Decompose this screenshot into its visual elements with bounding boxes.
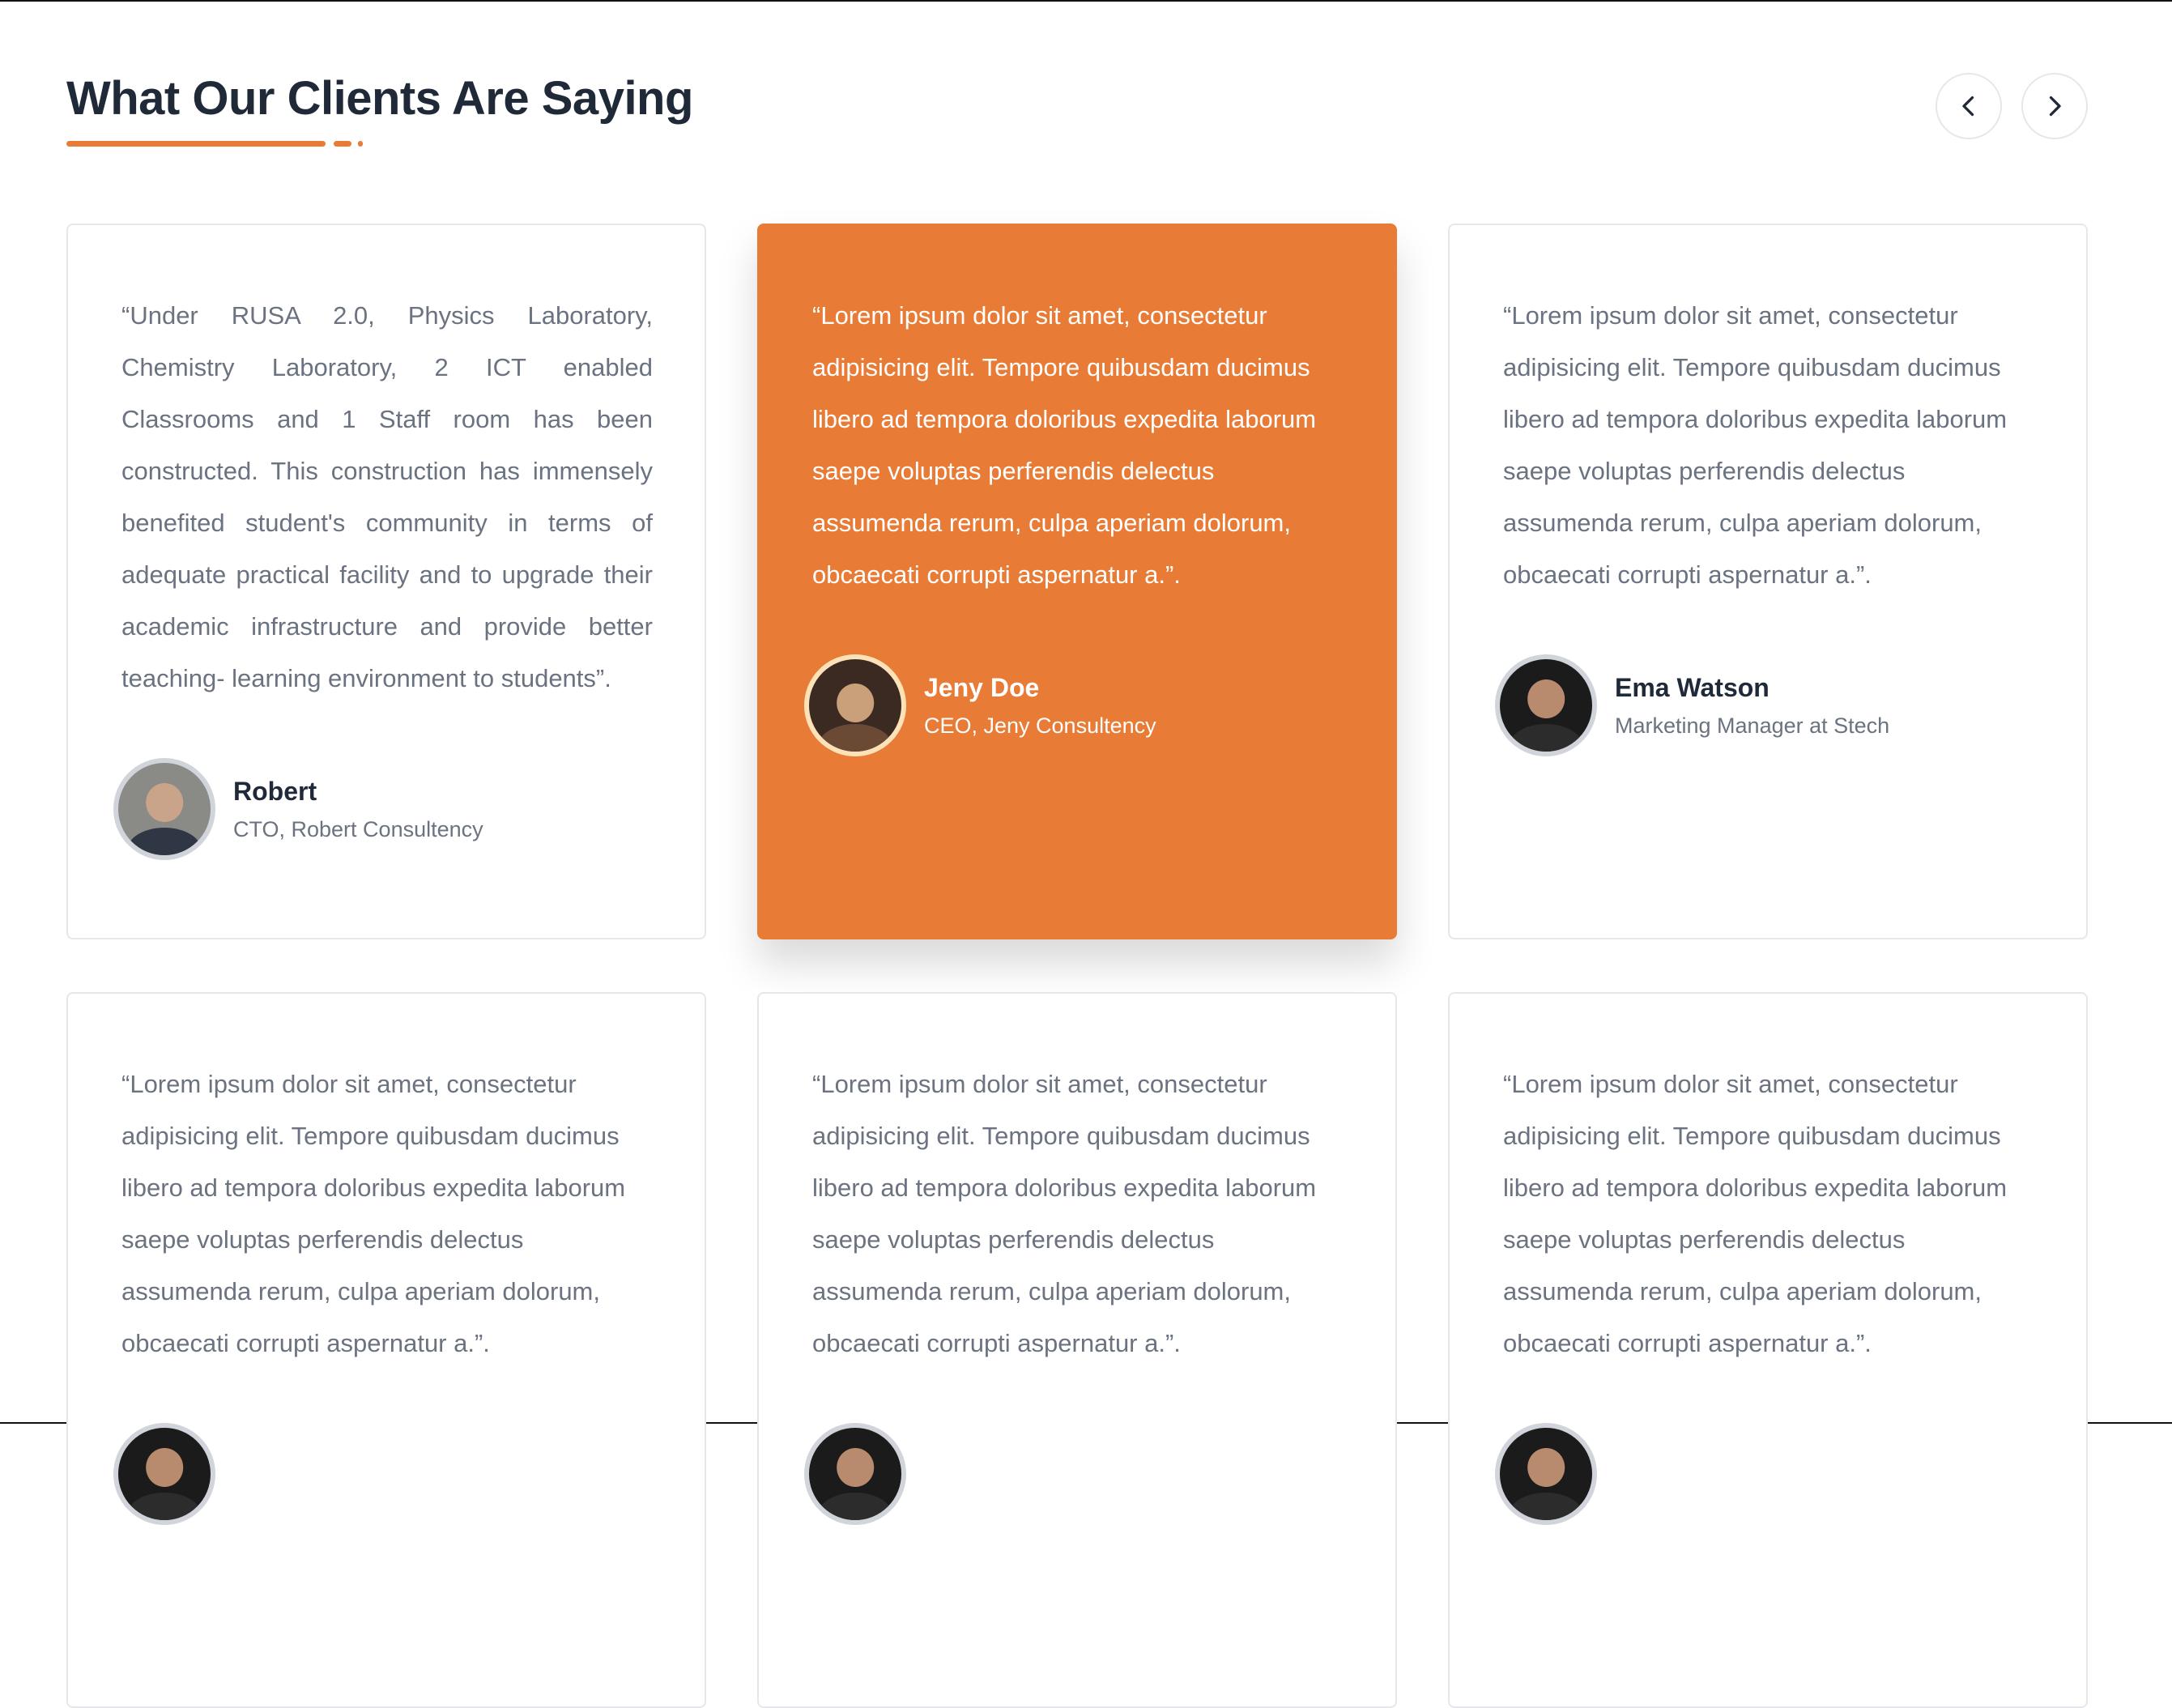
- testimonial-card[interactable]: “Lorem ipsum dolor sit amet, consectetur…: [1448, 992, 2088, 1708]
- avatar: [1495, 1423, 1597, 1525]
- testimonial-quote: “Lorem ipsum dolor sit amet, consectetur…: [812, 301, 1317, 589]
- author-role: Marketing Manager at Stech: [1615, 713, 1890, 738]
- title-underline-decoration: [66, 141, 693, 149]
- avatar: [804, 654, 906, 756]
- avatar: [113, 758, 215, 860]
- next-button[interactable]: [2021, 73, 2088, 139]
- testimonial-author: [804, 1423, 1344, 1525]
- author-name: Ema Watson: [1615, 673, 1770, 702]
- chevron-right-icon: [2049, 96, 2061, 117]
- section-header: What Our Clients Are Saying: [66, 66, 693, 149]
- chevron-left-icon: [1962, 96, 1974, 117]
- section-title: What Our Clients Are Saying: [66, 72, 693, 125]
- testimonial-quote: “Lorem ipsum dolor sit amet, consectetur…: [121, 1070, 626, 1357]
- testimonial-card[interactable]: “Lorem ipsum dolor sit amet, consectetur…: [66, 992, 706, 1708]
- testimonial-quote: “Lorem ipsum dolor sit amet, consectetur…: [812, 1070, 1317, 1357]
- avatar: [1495, 654, 1597, 756]
- prev-button[interactable]: [1936, 73, 2002, 139]
- avatar: [804, 1423, 906, 1525]
- testimonial-card-active[interactable]: “Lorem ipsum dolor sit amet, consectetur…: [757, 224, 1397, 939]
- testimonial-card[interactable]: “Under RUSA 2.0, Physics Laboratory, Che…: [66, 224, 706, 939]
- author-name: Robert: [233, 777, 317, 806]
- author-name: Jeny Doe: [924, 673, 1040, 702]
- avatar: [113, 1423, 215, 1525]
- testimonial-grid: “Under RUSA 2.0, Physics Laboratory, Che…: [66, 224, 2088, 1708]
- testimonial-quote: “Lorem ipsum dolor sit amet, consectetur…: [1503, 1070, 2008, 1357]
- testimonial-card[interactable]: “Lorem ipsum dolor sit amet, consectetur…: [1448, 224, 2088, 939]
- testimonial-quote: “Under RUSA 2.0, Physics Laboratory, Che…: [121, 301, 653, 692]
- testimonial-quote: “Lorem ipsum dolor sit amet, consectetur…: [1503, 301, 2008, 589]
- testimonial-author: [1495, 1423, 2034, 1525]
- carousel-nav: [1936, 73, 2088, 139]
- testimonial-author: Ema Watson Marketing Manager at Stech: [1495, 654, 2034, 756]
- author-role: CTO, Robert Consultency: [233, 817, 483, 841]
- testimonial-card[interactable]: “Lorem ipsum dolor sit amet, consectetur…: [757, 992, 1397, 1708]
- testimonial-author: Jeny Doe CEO, Jeny Consultency: [804, 654, 1344, 756]
- author-role: CEO, Jeny Consultency: [924, 713, 1156, 738]
- testimonial-author: [113, 1423, 653, 1525]
- testimonial-author: Robert CTO, Robert Consultency: [113, 758, 653, 860]
